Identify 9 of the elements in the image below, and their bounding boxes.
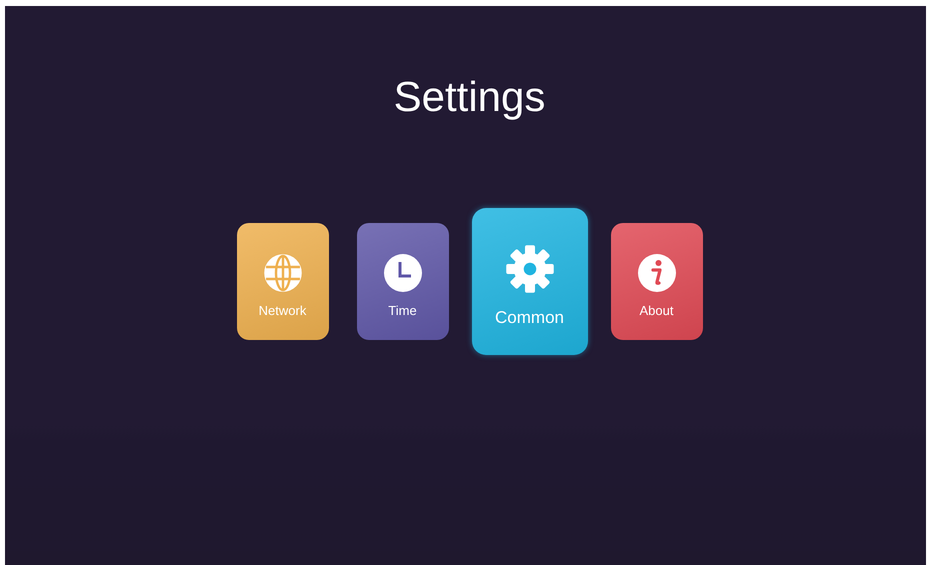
page-title: Settings [394, 72, 546, 122]
info-tile[interactable]: About [610, 223, 702, 340]
gear-tile[interactable]: Common [472, 208, 588, 355]
info-icon [636, 253, 676, 293]
settings-icon [504, 244, 554, 294]
globe-tile[interactable]: Network [236, 223, 328, 340]
globe-icon [262, 253, 302, 293]
clock-tile[interactable]: Time [356, 223, 448, 340]
clock-icon [382, 253, 422, 293]
